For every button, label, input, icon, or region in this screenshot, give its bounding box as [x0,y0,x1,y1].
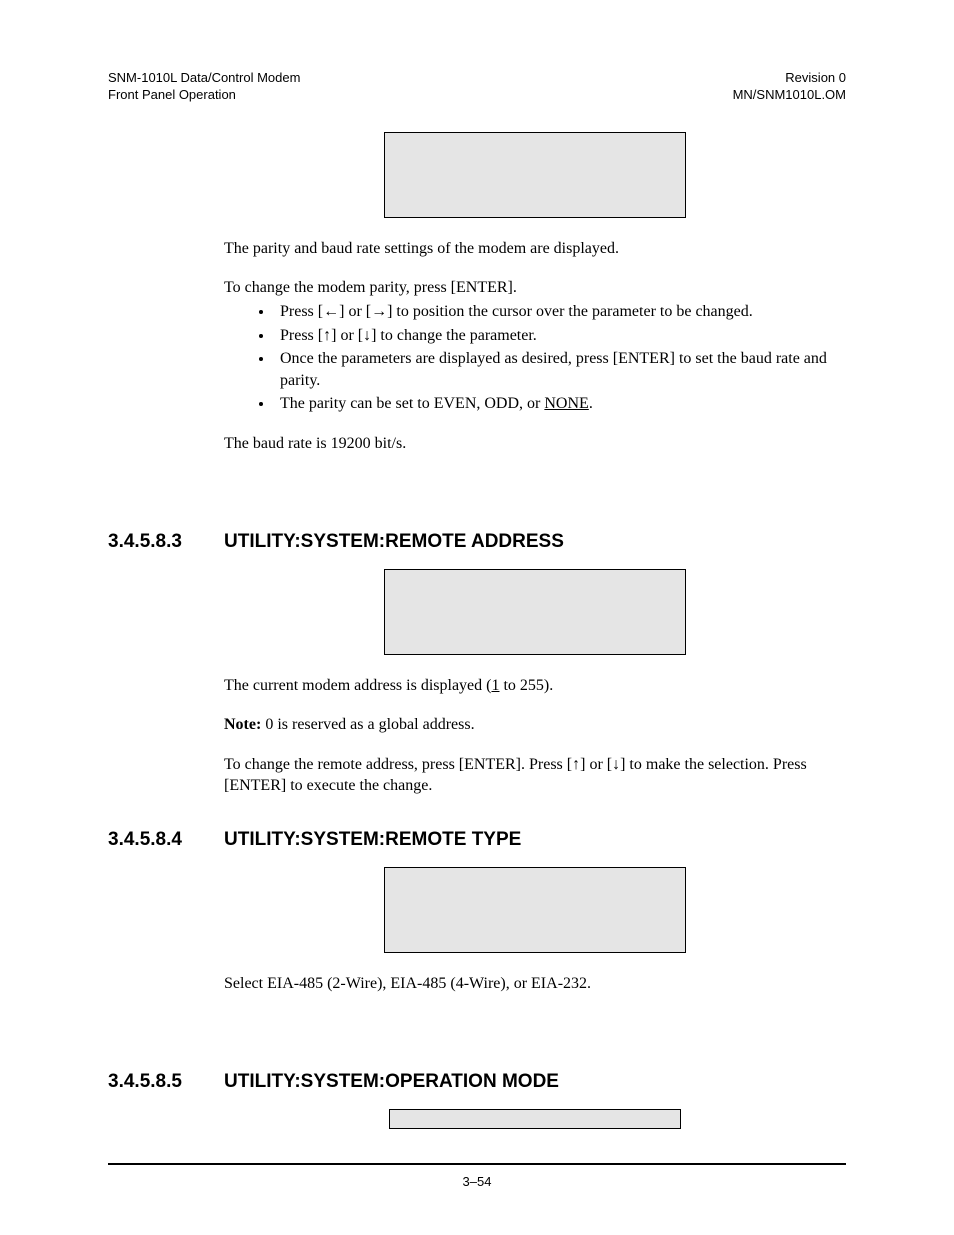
header-revision: Revision 0 [733,70,846,87]
footer-rule [108,1163,846,1165]
section-number: 3.4.5.8.3 [108,531,224,553]
header-chapter: Front Panel Operation [108,87,300,104]
page: SNM-1010L Data/Control Modem Front Panel… [0,0,954,1235]
paragraph: To change the modem parity, press [ENTER… [224,277,846,299]
note-paragraph: Note: 0 is reserved as a global address. [224,714,846,736]
list-item: Press [↑] or [↓] to change the parameter… [274,325,846,347]
arrow-down-icon: ↓ [612,756,620,773]
text: ] or [ [580,756,612,773]
text: 0 is reserved as a global address. [261,716,474,733]
paragraph: The current modem address is displayed (… [224,675,846,697]
section-number: 3.4.5.8.4 [108,829,224,851]
paragraph: To change the remote address, press [ENT… [224,754,846,797]
underlined-text: NONE [544,395,588,412]
bullet-list: Press [←] or [→] to position the cursor … [246,301,846,415]
header-right: Revision 0 MN/SNM1010L.OM [733,70,846,104]
header-doc-title: SNM-1010L Data/Control Modem [108,70,300,87]
screen-display-box [224,132,846,218]
text: To change the remote address, press [ENT… [224,756,572,773]
section-title: UTILITY:SYSTEM:REMOTE TYPE [224,829,846,851]
section-heading: 3.4.5.8.4 UTILITY:SYSTEM:REMOTE TYPE [108,829,846,851]
paragraph: The baud rate is 19200 bit/s. [224,433,846,455]
section-title: UTILITY:SYSTEM:OPERATION MODE [224,1071,846,1093]
arrow-right-icon: → [371,303,387,320]
section-heading: 3.4.5.8.5 UTILITY:SYSTEM:OPERATION MODE [108,1071,846,1093]
arrow-down-icon: ↓ [363,327,371,344]
intro-block: The parity and baud rate settings of the… [224,238,846,455]
lcd-placeholder [384,132,686,218]
lcd-placeholder [384,867,686,953]
paragraph: Select EIA-485 (2-Wire), EIA-485 (4-Wire… [224,973,846,995]
text: The current modem address is displayed ( [224,677,491,694]
text: ] or [ [331,327,363,344]
section-title: UTILITY:SYSTEM:REMOTE ADDRESS [224,531,846,553]
arrow-left-icon: ← [323,303,339,320]
list-item: Once the parameters are displayed as des… [274,348,846,391]
section-body: The current modem address is displayed (… [224,569,846,797]
list-item: Press [←] or [→] to position the cursor … [274,301,846,323]
lcd-placeholder [384,569,686,655]
arrow-up-icon: ↑ [572,756,580,773]
header-left: SNM-1010L Data/Control Modem Front Panel… [108,70,300,104]
text: Press [ [280,327,323,344]
note-label: Note: [224,716,261,733]
text: ] to change the parameter. [371,327,537,344]
section-body [224,1109,846,1129]
text: . [589,395,593,412]
section-body: Select EIA-485 (2-Wire), EIA-485 (4-Wire… [224,867,846,995]
text: to 255). [499,677,553,694]
lcd-placeholder [389,1109,681,1129]
section-heading: 3.4.5.8.3 UTILITY:SYSTEM:REMOTE ADDRESS [108,531,846,553]
paragraph: The parity and baud rate settings of the… [224,238,846,260]
arrow-up-icon: ↑ [323,327,331,344]
section-number: 3.4.5.8.5 [108,1071,224,1093]
text: ] to position the cursor over the parame… [387,303,753,320]
text: The parity can be set to EVEN, ODD, or [280,395,544,412]
text: Press [ [280,303,323,320]
text: ] or [ [339,303,371,320]
page-number: 3–54 [0,1174,954,1189]
list-item: The parity can be set to EVEN, ODD, or N… [274,393,846,415]
header-doc-id: MN/SNM1010L.OM [733,87,846,104]
running-header: SNM-1010L Data/Control Modem Front Panel… [108,70,846,104]
